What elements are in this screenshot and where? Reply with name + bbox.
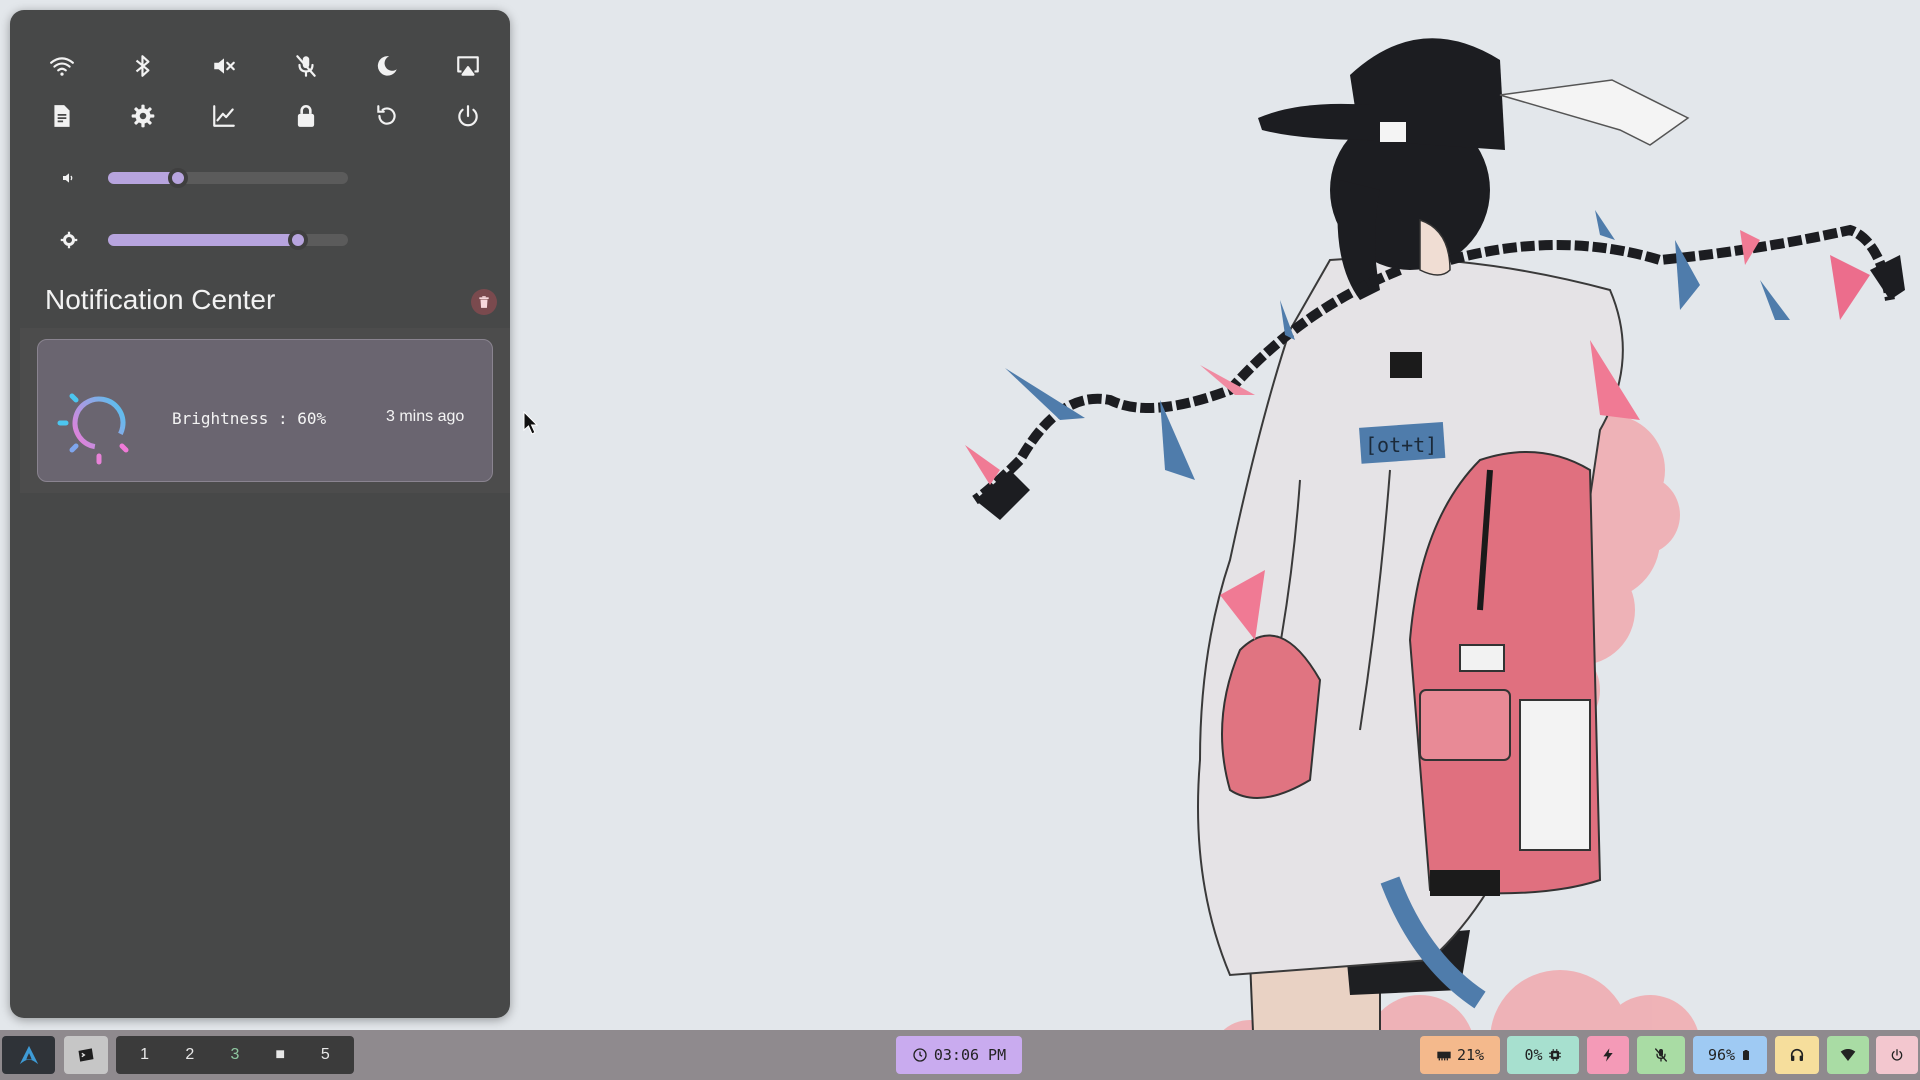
power-button[interactable] [446, 96, 490, 136]
volume-icon [58, 167, 80, 189]
volume-mute-toggle[interactable] [202, 46, 246, 86]
wifi-icon [50, 57, 74, 76]
brightness-icon [58, 229, 80, 251]
bluetooth-toggle[interactable] [121, 46, 165, 86]
wifi-signal-icon [1840, 1049, 1856, 1061]
night-mode-toggle[interactable] [365, 46, 409, 86]
quick-settings-row-2 [40, 96, 490, 136]
mic-mute-toggle[interactable] [284, 46, 328, 86]
taskbar: 1 2 3 ■ 5 03:06 PM 21% 0% 96% [0, 1030, 1920, 1080]
svg-text:[ot+t]: [ot+t] [1365, 433, 1437, 457]
settings-icon [131, 104, 155, 128]
control-panel: Notification Center Brightness: 60% 3 m… [10, 10, 510, 1018]
battery-widget[interactable]: 96% [1693, 1036, 1767, 1074]
battery-text: 96% [1707, 1046, 1736, 1064]
terminal-icon [78, 1048, 94, 1062]
notification-list: Brightness : 60% 3 mins ago [20, 328, 510, 493]
power-icon [458, 105, 478, 127]
system-monitor-button[interactable] [202, 96, 246, 136]
clear-notifications-button[interactable] [471, 289, 497, 315]
clock-widget[interactable]: 03:06 PM [896, 1036, 1022, 1074]
network-widget[interactable] [1827, 1036, 1869, 1074]
lightning-icon [1603, 1048, 1613, 1062]
power-mode-widget[interactable] [1587, 1036, 1629, 1074]
notes-icon [54, 105, 70, 127]
system-monitor-icon [213, 105, 236, 127]
screencast-toggle[interactable] [446, 46, 490, 86]
mic-mute-icon [1655, 1048, 1667, 1062]
notification-card[interactable]: Brightness : 60% 3 mins ago [37, 339, 493, 482]
settings-button[interactable] [121, 96, 165, 136]
restart-button[interactable] [365, 96, 409, 136]
arch-logo-icon [19, 1045, 38, 1065]
power-menu-button[interactable] [1876, 1036, 1918, 1074]
lock-button[interactable] [284, 96, 328, 136]
notification-time: 3 mins ago [386, 408, 465, 425]
workspace-4[interactable]: ■ [262, 1046, 298, 1064]
brightness-slider-fill [108, 234, 298, 246]
brightness-gauge-icon [57, 393, 129, 465]
headphones-widget[interactable] [1775, 1036, 1819, 1074]
workspace-3[interactable]: 3 [217, 1046, 253, 1064]
cpu-text: 0% [1524, 1046, 1543, 1064]
brightness-slider-row [58, 230, 348, 250]
workspace-5[interactable]: 5 [307, 1046, 343, 1064]
active-app-button[interactable] [64, 1036, 108, 1074]
brightness-slider[interactable] [108, 230, 348, 250]
memory-icon [1437, 1051, 1451, 1061]
memory-widget[interactable]: 21% [1420, 1036, 1500, 1074]
volume-slider-row [58, 168, 348, 188]
restart-icon [377, 105, 396, 125]
workspace-2[interactable]: 2 [172, 1046, 208, 1064]
mic-widget[interactable] [1637, 1036, 1685, 1074]
night-mode-icon [377, 56, 397, 76]
quick-settings-row-1 [40, 46, 490, 86]
trash-icon [479, 296, 489, 308]
memory-text: 21% [1456, 1046, 1485, 1064]
clock-icon [913, 1048, 927, 1062]
notification-center-title: Notification Center [45, 284, 276, 315]
brightness-slider-knob[interactable] [288, 230, 308, 250]
headphones-icon [1790, 1048, 1804, 1061]
clock-text: 03:06 PM [933, 1046, 1007, 1064]
volume-mute-icon [214, 58, 236, 74]
notification-text: Brightness : 60% [172, 409, 327, 428]
workspace-1[interactable]: 1 [127, 1046, 163, 1064]
cpu-icon [1548, 1049, 1561, 1061]
power-icon [1891, 1049, 1903, 1061]
volume-slider[interactable] [108, 168, 348, 188]
battery-icon [1743, 1050, 1750, 1060]
wifi-toggle[interactable] [40, 46, 84, 86]
bluetooth-icon [136, 55, 150, 77]
workspace-switcher: 1 2 3 ■ 5 [116, 1036, 354, 1074]
screencast-icon [457, 56, 479, 76]
cpu-widget[interactable]: 0% [1507, 1036, 1579, 1074]
app-launcher-button[interactable] [2, 1036, 55, 1074]
mic-mute-icon [295, 55, 316, 77]
lock-icon [297, 104, 314, 127]
volume-slider-knob[interactable] [168, 168, 188, 188]
notes-button[interactable] [40, 96, 84, 136]
mouse-pointer-icon [523, 411, 539, 435]
